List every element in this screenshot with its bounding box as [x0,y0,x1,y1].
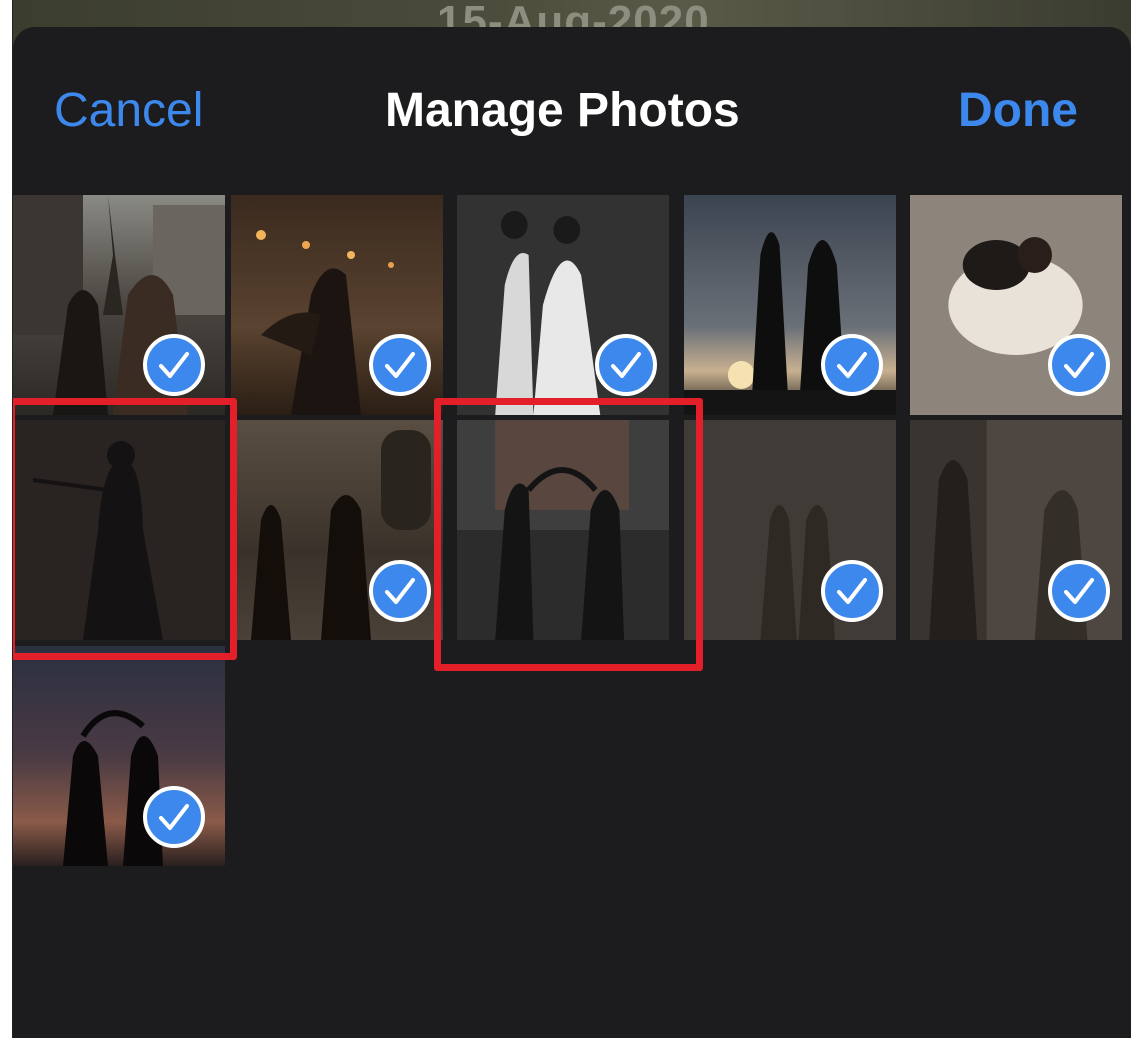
checkmark-icon[interactable] [1048,334,1110,396]
done-button[interactable]: Done [958,83,1078,139]
photo-thumbnail-couple-dancing-city-street[interactable] [457,420,669,640]
photo-thumbnail-violinist-silhouette[interactable] [13,420,225,640]
checkmark-icon[interactable] [1048,560,1110,622]
sheet-title: Manage Photos [385,84,740,137]
photo-dim-overlay [13,420,225,640]
screen: 15-Aug-2020 Cancel Manage Photos Done [0,0,1131,1038]
checkmark-icon[interactable] [821,560,883,622]
background-date-label: 15-Aug-2020 [437,0,710,30]
checkmark-icon[interactable] [369,334,431,396]
checkmark-icon[interactable] [595,334,657,396]
checkmark-icon[interactable] [143,786,205,848]
cancel-button[interactable]: Cancel [54,83,203,139]
checkmark-icon[interactable] [143,334,205,396]
left-border-line [12,0,13,1038]
photo-dim-overlay [457,420,669,640]
checkmark-icon[interactable] [369,560,431,622]
checkmark-icon[interactable] [821,334,883,396]
